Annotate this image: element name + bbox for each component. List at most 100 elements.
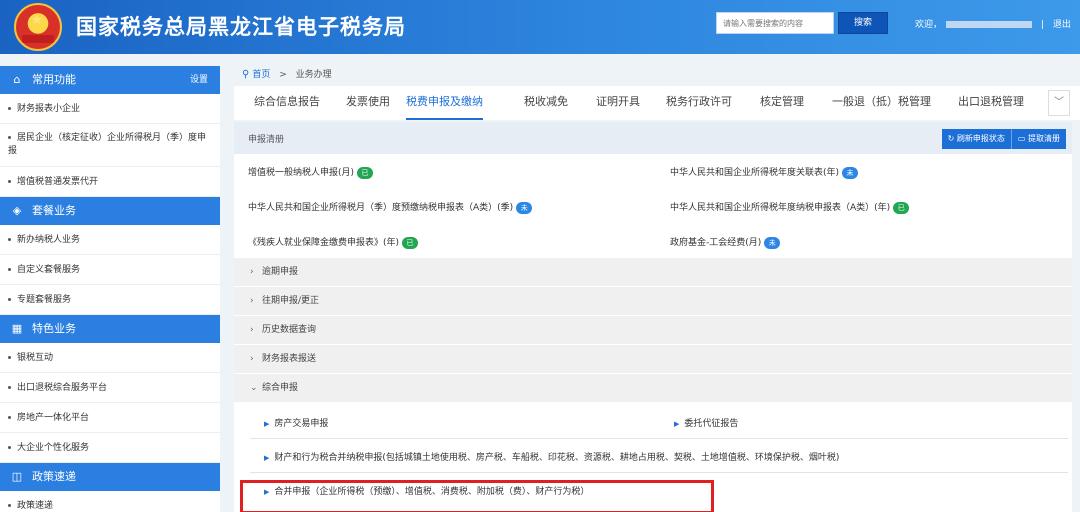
bullet-icon <box>8 446 11 449</box>
sub-item-property-behavior-tax[interactable]: ▶ 财产和行为税合并纳税申报(包括城镇土地使用税、房产税、车船税、印花税、资源税、… <box>264 450 839 463</box>
sidebar-section-policy[interactable]: ◫ 政策速递 <box>0 463 220 491</box>
tab-export-refund[interactable]: 出口退税管理 <box>958 86 1024 120</box>
sidebar-item-label: 银税互动 <box>17 353 54 363</box>
status-badge: 未 <box>842 166 859 179</box>
declaration-item[interactable]: 《残疾人就业保障金缴费申报表》(年) 已 <box>248 235 419 249</box>
fetch-list-button[interactable]: ▭ 提取清册 <box>1011 129 1066 149</box>
sub-item-label: 房产交易申报 <box>274 419 329 429</box>
tab-info-report[interactable]: 综合信息报告 <box>254 86 320 120</box>
sidebar-item[interactable]: 居民企业（核定征收）企业所得税月（季）度申报 <box>0 124 220 167</box>
site-title: 国家税务总局黑龙江省电子税务局 <box>76 15 406 39</box>
settings-link[interactable]: 设置 <box>190 66 208 94</box>
declaration-name: 《残疾人就业保障金缴费申报表》(年) <box>248 238 400 248</box>
section-financial-report[interactable]: › 财务报表报送 <box>234 344 1072 373</box>
sidebar-item[interactable]: 银税互动 <box>0 343 220 373</box>
search-button[interactable]: 搜索 <box>838 12 888 34</box>
sidebar-item-label: 出口退税综合服务平台 <box>17 383 108 393</box>
main-content: ⚲ 首页 > 业务办理 综合信息报告 发票使用 税费申报及缴纳 税收减免 证明开具… <box>234 66 1080 512</box>
section-overdue[interactable]: › 逾期申报 <box>234 257 1072 286</box>
tab-tax-relief[interactable]: 税收减免 <box>524 86 568 120</box>
bullet-icon <box>8 504 11 507</box>
sidebar-item[interactable]: 新办纳税人业务 <box>0 225 220 255</box>
chevron-right-icon: › <box>250 325 254 335</box>
sidebar-item-label: 新办纳税人业务 <box>17 235 81 245</box>
bullet-icon <box>8 180 11 183</box>
declaration-item[interactable]: 中华人民共和国企业所得税月（季）度预缴纳税申报表（A类）(季) 未 <box>248 200 533 214</box>
welcome-text: 欢迎， <box>915 20 943 30</box>
bullet-icon <box>8 107 11 110</box>
welcome-area: 欢迎， | 退出 <box>915 17 1071 30</box>
bullet-icon <box>8 386 11 389</box>
sidebar-item[interactable]: 政策速递 <box>0 491 220 512</box>
status-badge: 已 <box>357 166 374 179</box>
triangle-right-icon: ▶ <box>264 420 270 428</box>
status-badge: 已 <box>402 236 419 249</box>
tab-refund[interactable]: 一般退（抵）税管理 <box>832 86 931 120</box>
sub-item-label: 委托代征报告 <box>684 419 739 429</box>
breadcrumb-home-link[interactable]: 首页 <box>252 70 270 80</box>
declaration-name: 中华人民共和国企业所得税月（季）度预缴纳税申报表（A类）(季) <box>248 203 514 213</box>
declaration-name: 中华人民共和国企业所得税年度纳税申报表（A类）(年) <box>670 203 891 213</box>
search-input[interactable] <box>716 12 834 34</box>
declaration-name: 政府基金-工会经费(月) <box>670 238 762 248</box>
panel-title: 申报清册 <box>248 135 285 145</box>
section-label: 往期申报/更正 <box>262 296 320 306</box>
section-past-filing[interactable]: › 往期申报/更正 <box>234 286 1072 315</box>
sidebar-item[interactable]: 专题套餐服务 <box>0 285 220 315</box>
sidebar-item[interactable]: 出口退税综合服务平台 <box>0 373 220 403</box>
sidebar-item-label: 专题套餐服务 <box>17 295 72 305</box>
sidebar-item-label: 居民企业（核定征收）企业所得税月（季）度申报 <box>8 133 207 156</box>
sidebar-item[interactable]: 房地产一体化平台 <box>0 403 220 433</box>
sidebar-section-title: 常用功能 <box>32 73 76 86</box>
sub-item-entrusted-report[interactable]: ▶ 委托代征报告 <box>674 416 738 429</box>
divider <box>250 472 1068 473</box>
refresh-icon: ↻ <box>947 134 957 143</box>
sidebar-section-featured[interactable]: ▦ 特色业务 <box>0 315 220 343</box>
tab-invoice[interactable]: 发票使用 <box>346 86 390 120</box>
divider <box>250 438 1068 439</box>
status-badge: 未 <box>764 236 781 249</box>
section-comprehensive[interactable]: ⌄ 综合申报 <box>234 373 1072 402</box>
declaration-item[interactable]: 增值税一般纳税人申报(月) 已 <box>248 165 374 179</box>
bullet-icon <box>8 298 11 301</box>
sub-item-property-transaction[interactable]: ▶ 房产交易申报 <box>264 416 328 429</box>
sidebar-section-common[interactable]: ⌂ 常用功能 设置 <box>0 66 220 94</box>
declaration-name: 中华人民共和国企业所得税年度关联表(年) <box>670 168 840 178</box>
chevron-down-icon[interactable]: ﹀ <box>1048 90 1070 116</box>
sidebar-section-package[interactable]: ◈ 套餐业务 <box>0 197 220 225</box>
sidebar-item[interactable]: 自定义套餐服务 <box>0 255 220 285</box>
sidebar-item[interactable]: 大企业个性化服务 <box>0 433 220 463</box>
sidebar-item-label: 财务报表小企业 <box>17 104 81 114</box>
panel-header: 申报清册 ↻ 刷新申报状态 ▭ 提取清册 <box>234 122 1072 154</box>
declaration-item[interactable]: 中华人民共和国企业所得税年度纳税申报表（A类）(年) 已 <box>670 200 910 214</box>
sidebar-item[interactable]: 增值税普通发票代开 <box>0 167 220 197</box>
declaration-item[interactable]: 中华人民共和国企业所得税年度关联表(年) 未 <box>670 165 859 179</box>
sidebar-section-title: 特色业务 <box>32 322 76 335</box>
declaration-item[interactable]: 政府基金-工会经费(月) 未 <box>670 235 781 249</box>
top-header: ★ 国家税务总局黑龙江省电子税务局 搜索 欢迎， | 退出 <box>0 0 1080 54</box>
fetch-label: 提取清册 <box>1028 134 1060 143</box>
sidebar-item[interactable]: 财务报表小企业 <box>0 94 220 124</box>
bullet-icon <box>8 268 11 271</box>
section-label: 历史数据查询 <box>262 325 317 335</box>
sidebar-item-label: 房地产一体化平台 <box>17 413 90 423</box>
chevron-right-icon: › <box>250 267 254 277</box>
chevron-right-icon: › <box>250 296 254 306</box>
sidebar-section-title: 套餐业务 <box>32 204 76 217</box>
tab-tax-filing[interactable]: 税费申报及缴纳 <box>406 86 483 120</box>
tab-verification[interactable]: 核定管理 <box>760 86 804 120</box>
sidebar-item-label: 自定义套餐服务 <box>17 265 81 275</box>
section-label: 财务报表报送 <box>262 354 317 364</box>
breadcrumb: ⚲ 首页 > 业务办理 <box>234 66 1080 86</box>
book-open-icon: ▭ <box>1017 134 1028 143</box>
refresh-status-button[interactable]: ↻ 刷新申报状态 <box>941 129 1012 149</box>
business-tabs: 综合信息报告 发票使用 税费申报及缴纳 税收减免 证明开具 税务行政许可 核定管… <box>234 86 1080 120</box>
logout-link[interactable]: 退出 <box>1053 20 1071 30</box>
section-history[interactable]: › 历史数据查询 <box>234 315 1072 344</box>
declaration-name: 增值税一般纳税人申报(月) <box>248 168 355 178</box>
triangle-right-icon: ▶ <box>674 420 680 428</box>
layers-icon: ◈ <box>12 204 22 217</box>
status-badge: 已 <box>893 201 910 214</box>
tab-admin-permit[interactable]: 税务行政许可 <box>666 86 732 120</box>
tab-certificate[interactable]: 证明开具 <box>596 86 640 120</box>
